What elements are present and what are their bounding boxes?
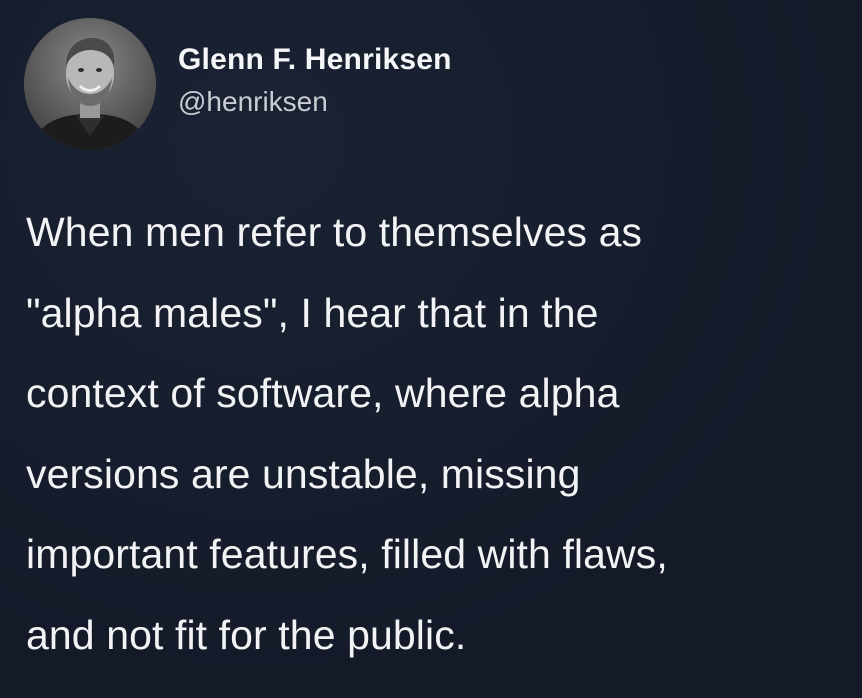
tweet-text-line: important features, filled with flaws, bbox=[26, 531, 668, 577]
user-handle[interactable]: @henriksen bbox=[178, 84, 452, 120]
tweet-text-line: When men refer to themselves as bbox=[26, 209, 643, 255]
display-name[interactable]: Glenn F. Henriksen bbox=[178, 42, 452, 78]
tweet-text-line: context of software, where alpha bbox=[26, 370, 620, 416]
tweet-text-line: "alpha males", I hear that in the bbox=[26, 289, 599, 336]
profile-photo-icon bbox=[24, 18, 156, 150]
tweet-text-line: versions are unstable, missing bbox=[26, 450, 581, 497]
tweet-text-line: and not fit for the public. bbox=[26, 611, 467, 658]
author-names: Glenn F. Henriksen @henriksen bbox=[178, 42, 452, 120]
tweet-header: Glenn F. Henriksen @henriksen bbox=[24, 18, 452, 150]
tweet-text: When men refer to themselves as "alpha m… bbox=[26, 192, 846, 675]
tweet-card: Glenn F. Henriksen @henriksen When men r… bbox=[0, 0, 862, 698]
avatar[interactable] bbox=[24, 18, 156, 150]
